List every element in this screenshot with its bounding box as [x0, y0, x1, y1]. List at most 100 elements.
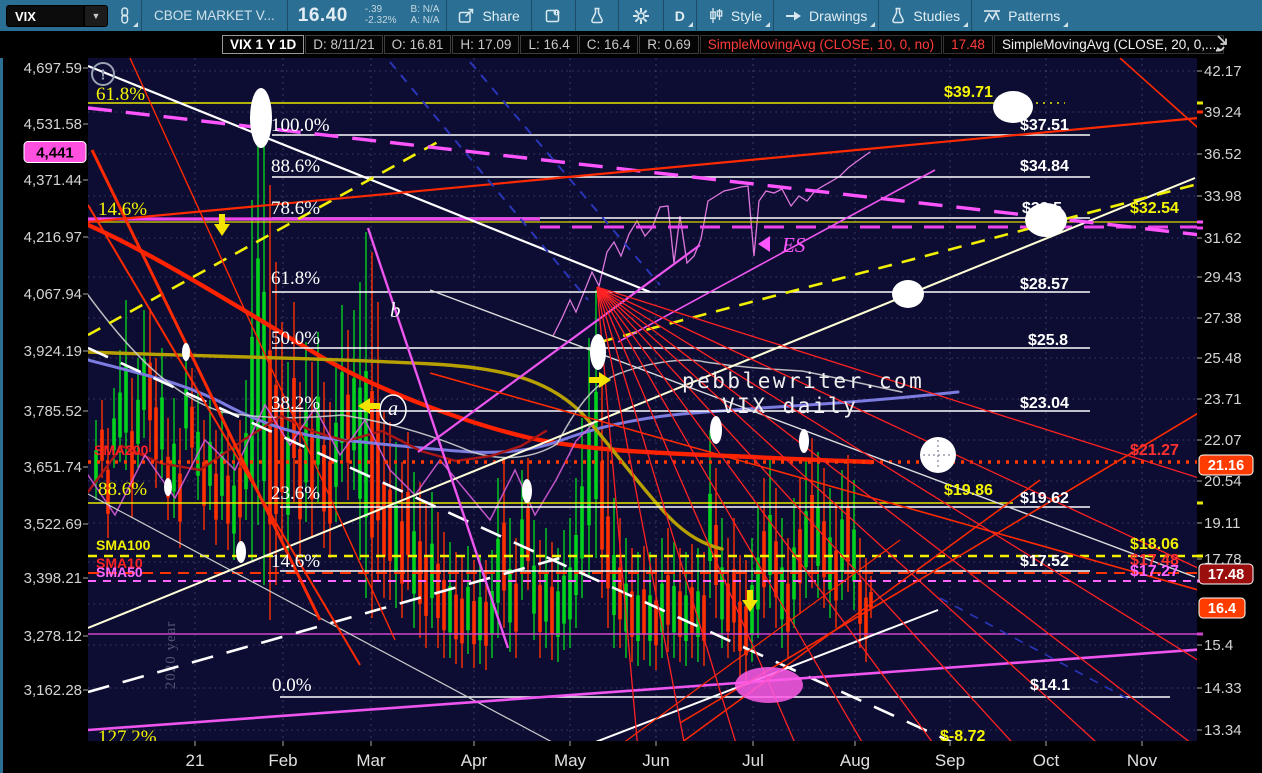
- x-axis-label: Apr: [461, 751, 488, 770]
- ellipse-annotation[interactable]: [799, 429, 809, 453]
- style-label: Style: [730, 7, 763, 24]
- symbol-input[interactable]: VIX ▼: [6, 4, 108, 27]
- chart-label[interactable]: $17.27: [1130, 563, 1179, 580]
- study-sma10-label[interactable]: SimpleMovingAvg (CLOSE, 10, 0, no): [699, 35, 943, 54]
- chart-label[interactable]: 61.8%: [96, 84, 145, 105]
- ellipse-annotation[interactable]: [590, 334, 606, 370]
- patterns-button[interactable]: Patterns: [972, 0, 1071, 31]
- candle-body: [732, 568, 736, 623]
- right-axis-badge-value: 16.4: [1208, 601, 1236, 617]
- style-button[interactable]: Style: [697, 0, 773, 31]
- candle-body: [238, 467, 242, 518]
- candle-body: [568, 567, 572, 620]
- candle-body: [869, 591, 873, 609]
- ellipse-annotation[interactable]: [710, 416, 722, 444]
- chart-label[interactable]: $18.06: [1130, 536, 1179, 553]
- left-axis-label: 3,651.74: [24, 459, 82, 476]
- studies-label: Studies: [913, 7, 961, 24]
- ellipse-annotation[interactable]: [250, 88, 272, 148]
- ellipse-annotation[interactable]: [164, 478, 172, 496]
- analyze-button[interactable]: [576, 0, 618, 31]
- candle-body: [780, 567, 784, 620]
- chart-link-button[interactable]: [108, 0, 141, 31]
- candle-body: [666, 575, 670, 625]
- ellipse-annotation[interactable]: [735, 667, 803, 703]
- chart-label[interactable]: $23.04: [1020, 395, 1069, 412]
- ellipse-annotation[interactable]: [182, 343, 190, 361]
- candle-body: [190, 406, 194, 448]
- chart-label[interactable]: $28.57: [1020, 276, 1069, 293]
- drawings-button[interactable]: Drawings: [774, 0, 878, 31]
- candle-body: [672, 586, 676, 633]
- chart-label[interactable]: 88.6%: [271, 156, 320, 177]
- left-axis-label: 4,067.94: [24, 286, 82, 303]
- change-value: -.39: [364, 4, 383, 15]
- chart-label[interactable]: $34.84: [1020, 158, 1069, 175]
- right-axis-label: 27.38: [1204, 310, 1242, 327]
- chart-label[interactable]: $19.62: [1020, 490, 1069, 507]
- patterns-label: Patterns: [1008, 7, 1061, 24]
- candle-body: [328, 461, 332, 524]
- chart-label[interactable]: VIX daily: [722, 394, 858, 418]
- reset-zoom-button[interactable]: [1212, 33, 1234, 58]
- candle-body: [406, 492, 410, 556]
- chart-label[interactable]: 78.6%: [271, 198, 320, 219]
- studies-button[interactable]: Studies: [879, 0, 971, 31]
- company-name: CBOE MARKET V...: [154, 8, 275, 23]
- study-sma20-label[interactable]: SimpleMovingAvg (CLOSE, 20, 0,...: [993, 35, 1225, 54]
- ellipse-annotation[interactable]: [522, 479, 532, 503]
- chart-label[interactable]: ES: [781, 233, 806, 257]
- chart-label[interactable]: SMA100: [96, 537, 151, 553]
- right-axis-label: 13.34: [1204, 722, 1242, 739]
- chart-label[interactable]: $25.8: [1028, 332, 1068, 349]
- chart-label[interactable]: 38.2%: [271, 393, 320, 414]
- chart-label[interactable]: SMA200: [94, 442, 149, 458]
- chart-label[interactable]: a: [388, 398, 398, 420]
- timeframe-button[interactable]: D: [664, 0, 696, 31]
- report-button[interactable]: [532, 0, 575, 31]
- chart-label[interactable]: $37.51: [1020, 117, 1069, 134]
- chart-label[interactable]: $21.27: [1130, 442, 1179, 459]
- chart-label[interactable]: 23.6%: [271, 483, 320, 504]
- chart-label[interactable]: SMA50: [96, 564, 143, 580]
- candle-body: [454, 594, 458, 640]
- candle-body: [738, 601, 742, 651]
- drawings-label: Drawings: [809, 7, 868, 24]
- flask-icon: [590, 7, 603, 24]
- chart-label[interactable]: 88.6%: [98, 479, 147, 500]
- chart-label[interactable]: $17.52: [1020, 553, 1069, 570]
- chart-label[interactable]: 61.8%: [271, 268, 320, 289]
- candle-body: [136, 399, 140, 444]
- chart-label[interactable]: $39.71: [944, 84, 993, 101]
- watermark: 2020 year: [163, 621, 179, 690]
- gear-icon: [632, 7, 649, 24]
- share-button[interactable]: Share: [447, 0, 530, 31]
- candlestick-icon: [710, 8, 723, 23]
- x-axis-label: Feb: [268, 751, 297, 770]
- chart-label[interactable]: 50.0%: [271, 328, 320, 349]
- candle-body: [466, 587, 470, 631]
- ellipse-annotation[interactable]: [892, 280, 924, 308]
- chart-label[interactable]: 14.6%: [271, 551, 320, 572]
- candle-body: [142, 358, 146, 410]
- chart-label[interactable]: 14.6%: [98, 199, 147, 220]
- chart-label[interactable]: $33.5: [1022, 200, 1062, 217]
- chart-label[interactable]: $19.86: [944, 482, 993, 499]
- chart-label[interactable]: $32.54: [1130, 200, 1179, 217]
- chart-label[interactable]: b: [390, 298, 401, 322]
- settings-button[interactable]: [619, 0, 663, 31]
- chart-label[interactable]: 100.0%: [271, 115, 330, 136]
- symbol-value[interactable]: VIX: [6, 4, 84, 27]
- candle-body: [840, 519, 844, 572]
- candle-body: [424, 557, 428, 616]
- chart-label[interactable]: $14.1: [1030, 677, 1070, 694]
- candle-body: [786, 583, 790, 632]
- symbol-dropdown-button[interactable]: ▼: [84, 4, 108, 27]
- x-axis-label: Jun: [642, 751, 669, 770]
- candle-body: [226, 475, 230, 524]
- ellipse-annotation[interactable]: [236, 541, 246, 563]
- chart-label[interactable]: 0.0%: [272, 675, 312, 696]
- candle-body: [370, 391, 374, 538]
- ohlc-close: C: 16.4: [578, 35, 639, 54]
- chart-label[interactable]: pebblewriter.com: [682, 369, 924, 393]
